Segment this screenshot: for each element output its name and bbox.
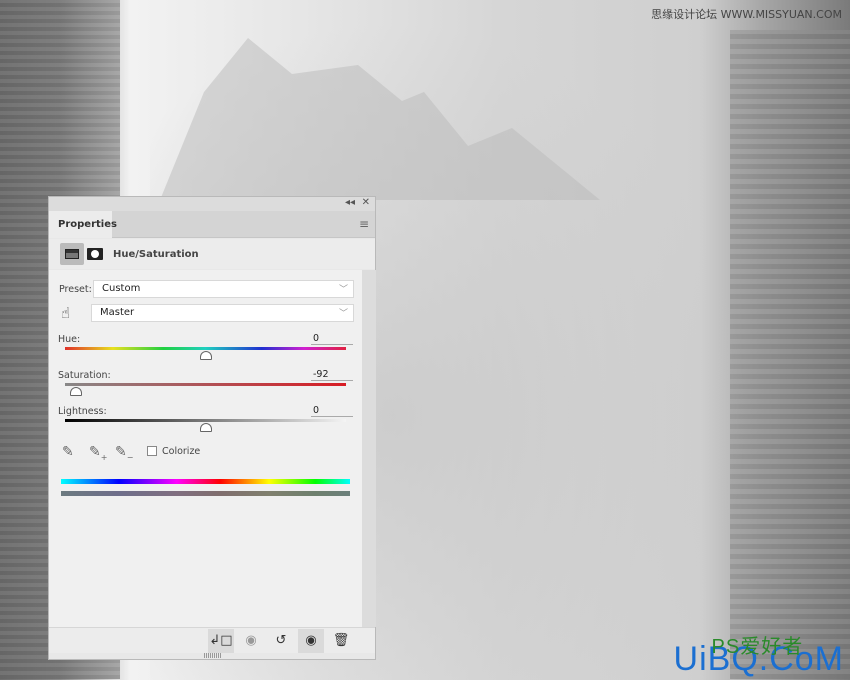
preset-select[interactable]: Custom ﹀ bbox=[93, 280, 354, 298]
panel-titlebar[interactable]: ◂◂ ✕ bbox=[49, 197, 375, 211]
chevron-down-icon: ﹀ bbox=[338, 285, 348, 295]
properties-panel: ◂◂ ✕ Properties ≡ Hue/Saturation Preset:… bbox=[48, 196, 376, 660]
watermark-bottom: UiBQ.CoM PS爱好者 bbox=[673, 636, 844, 678]
mask-icon-button[interactable] bbox=[87, 248, 103, 260]
targeted-adjustment-hand-icon[interactable]: ☝ bbox=[61, 304, 70, 322]
eyedropper-icon[interactable]: ✎ bbox=[62, 444, 74, 460]
colorize-checkbox[interactable] bbox=[147, 446, 157, 456]
collapse-icon[interactable]: ◂◂ bbox=[345, 197, 355, 208]
saturation-label: Saturation: bbox=[58, 370, 111, 381]
saturation-value-input[interactable]: -92 bbox=[311, 369, 353, 381]
hue-label: Hue: bbox=[58, 334, 81, 345]
colorize-label: Colorize bbox=[162, 446, 201, 457]
view-previous-state-button[interactable]: ◉ bbox=[238, 629, 264, 653]
hue-slider-thumb[interactable] bbox=[199, 351, 212, 360]
output-color-bar bbox=[61, 491, 350, 496]
chevron-down-icon: ﹀ bbox=[338, 309, 348, 319]
saturation-slider-thumb[interactable] bbox=[70, 387, 83, 396]
eyedropper-add-icon[interactable]: ✎+ bbox=[89, 444, 107, 462]
eyedropper-subtract-icon[interactable]: ✎− bbox=[115, 444, 133, 462]
delete-button[interactable]: 🗑 bbox=[328, 629, 354, 653]
channel-select[interactable]: Master ﹀ bbox=[91, 304, 354, 322]
hue-value-input[interactable]: 0 bbox=[311, 333, 353, 345]
resize-grip[interactable] bbox=[204, 653, 222, 658]
adjustment-icon-button[interactable] bbox=[60, 243, 84, 265]
watermark-top: 思缘设计论坛 WWW.MISSYUAN.COM bbox=[651, 8, 842, 21]
saturation-slider-track[interactable] bbox=[65, 383, 346, 386]
adjustment-title: Hue/Saturation bbox=[113, 249, 199, 260]
lightness-slider-thumb[interactable] bbox=[199, 423, 212, 432]
close-icon[interactable]: ✕ bbox=[362, 197, 370, 208]
scrollbar[interactable] bbox=[362, 270, 376, 627]
input-color-bar bbox=[61, 479, 350, 484]
lightness-value-input[interactable]: 0 bbox=[311, 405, 353, 417]
preset-label: Preset: bbox=[59, 284, 92, 295]
panel-menu-icon[interactable]: ≡ bbox=[359, 217, 369, 231]
toggle-visibility-button[interactable]: ◉ bbox=[298, 629, 324, 653]
tab-properties[interactable]: Properties bbox=[49, 211, 117, 238]
hue-slider-track[interactable] bbox=[65, 347, 346, 350]
reset-button[interactable]: ↺ bbox=[268, 629, 294, 653]
lightness-label: Lightness: bbox=[58, 406, 107, 417]
lightness-slider-track[interactable] bbox=[65, 419, 346, 422]
clip-to-layer-button[interactable]: ↲□ bbox=[208, 629, 234, 653]
